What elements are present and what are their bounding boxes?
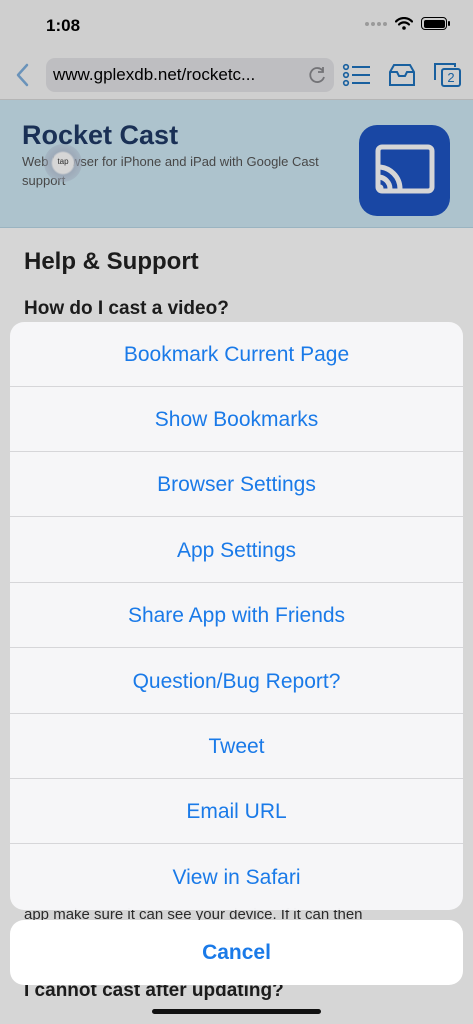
bookmark-current-page-button[interactable]: Bookmark Current Page (10, 322, 463, 387)
email-url-button[interactable]: Email URL (10, 779, 463, 844)
browser-settings-button[interactable]: Browser Settings (10, 452, 463, 517)
home-indicator[interactable] (152, 1009, 321, 1014)
bug-report-button[interactable]: Question/Bug Report? (10, 649, 463, 714)
screen: Rocket Cast Web browser for iPhone and i… (0, 0, 473, 1024)
action-sheet: Bookmark Current Page Show Bookmarks Bro… (10, 322, 463, 910)
cancel-button[interactable]: Cancel (10, 920, 463, 985)
view-in-safari-button[interactable]: View in Safari (10, 845, 463, 910)
share-app-button[interactable]: Share App with Friends (10, 583, 463, 648)
show-bookmarks-button[interactable]: Show Bookmarks (10, 387, 463, 452)
app-settings-button[interactable]: App Settings (10, 518, 463, 583)
tweet-button[interactable]: Tweet (10, 714, 463, 779)
